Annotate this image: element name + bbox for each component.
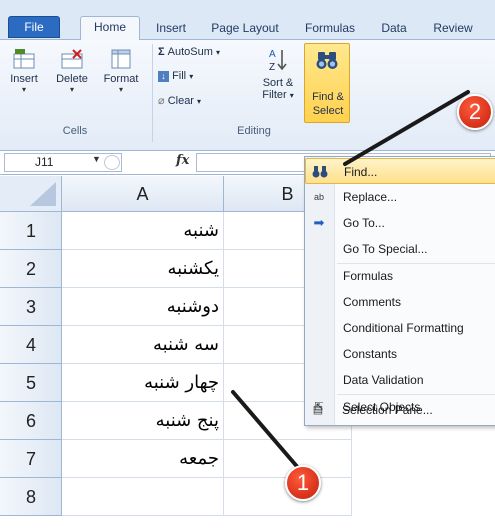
callout-badge-2: 2 [457,94,493,130]
callout-arrows [231,90,470,472]
callout-arrow-2 [343,90,470,166]
callout-arrow-1 [231,390,302,472]
callout-badge-1: 1 [285,465,321,501]
